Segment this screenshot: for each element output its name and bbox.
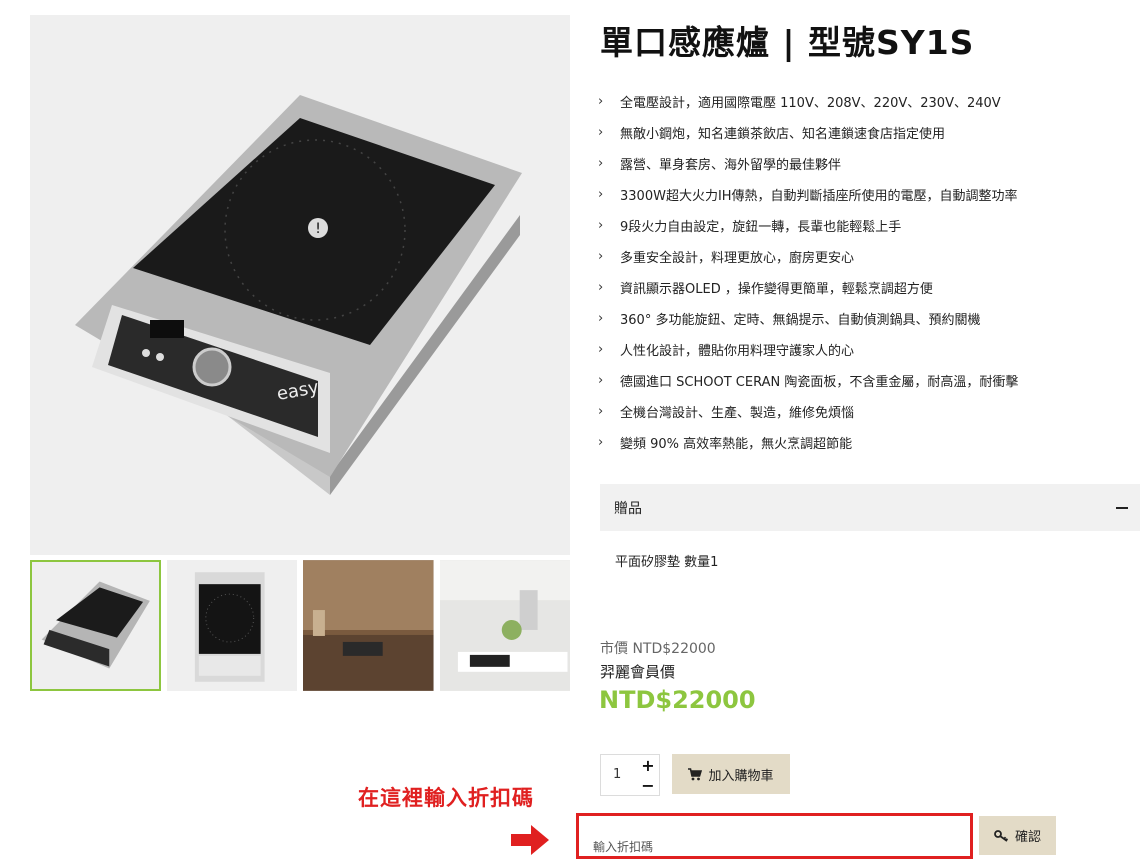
market-price: 市價 NTD$22000 [600,641,716,657]
svg-text:!: ! [315,221,321,237]
feature-text: 變頻 90% 高效率熱能，無火烹調超節能 [620,437,853,452]
chevron-right-icon: › [598,125,604,140]
feature-text: 露營、單身套房、海外留學的最佳夥伴 [620,158,842,173]
chevron-right-icon: › [598,94,604,109]
quantity-stepper[interactable]: 1 + − [600,754,660,796]
gift-accordion-title: 贈品 [614,500,642,517]
thumbnail-3[interactable] [303,560,434,691]
chevron-right-icon: › [598,218,604,233]
feature-item: › 德國進口 SCHOOT CERAN 陶瓷面板，不含重金屬，耐高溫，耐衝擊 [598,365,1018,396]
thumbnail-4[interactable] [439,560,571,691]
feature-item: › 人性化設計，體貼你用料理守護家人的心 [598,334,1018,365]
chevron-right-icon: › [598,404,604,419]
thumbnail-1[interactable] [30,560,161,691]
thumbnail-2[interactable] [166,560,298,691]
member-price: NTD$22000 [599,686,756,714]
feature-text: 3300W超大火力IH傳熱，自動判斷插座所使用的電壓，自動調整功率 [620,189,1018,204]
add-to-cart-button[interactable]: 加入購物車 [672,754,790,794]
feature-item: › 全電壓設計，適用國際電壓 110V、208V、220V、230V、240V [598,86,1018,117]
feature-item: › 全機台灣設計、生產、製造，維修免煩惱 [598,396,1018,427]
product-page: ! easy 單口感應爐 | 型號SY1S › 全電壓設計，適用國際電壓 110… [0,0,1148,862]
confirm-label: 確認 [1014,830,1041,845]
key-icon [994,829,1009,842]
feature-text: 9段火力自由設定，旋鈕一轉，長輩也能輕鬆上手 [620,220,902,235]
chevron-right-icon: › [598,373,604,388]
feature-item: › 變頻 90% 高效率熱能，無火烹調超節能 [598,427,1018,458]
shopping-cart-icon [688,767,703,780]
coupon-input-highlight [576,813,973,859]
add-to-cart-label: 加入購物車 [708,768,774,784]
coupon-annotation: 在這裡輸入折扣碼 [358,786,534,810]
feature-item: › 9段火力自由設定，旋鈕一轉，長輩也能輕鬆上手 [598,210,1018,241]
feature-text: 資訊顯示器OLED ，操作變得更簡單，輕鬆烹調超方便 [620,282,933,297]
chevron-right-icon: › [598,311,604,326]
arrow-right-icon [511,825,549,855]
induction-cooktop-illustration: ! easy [75,95,522,495]
chevron-right-icon: › [598,249,604,264]
feature-text: 人性化設計，體貼你用料理守護家人的心 [620,344,855,359]
chevron-right-icon: › [598,435,604,450]
gift-content: 平面矽膠墊 數量1 [615,555,719,570]
quantity-value[interactable]: 1 [613,767,621,782]
thumbnail-strip [30,560,571,691]
feature-text: 無敵小鋼炮，知名連鎖茶飲店、知名連鎖速食店指定使用 [620,127,946,142]
product-title: 單口感應爐 | 型號SY1S [600,23,975,62]
chevron-right-icon: › [598,342,604,357]
feature-text: 全電壓設計，適用國際電壓 110V、208V、220V、230V、240V [620,96,1001,111]
quantity-increase-button[interactable]: + [641,758,655,774]
gift-accordion-header[interactable]: 贈品 [600,484,1140,531]
feature-text: 360° 多功能旋鈕、定時、無鍋提示、自動偵測鍋具、預約關機 [620,313,981,328]
confirm-coupon-button[interactable]: 確認 [979,816,1056,855]
feature-item: › 露營、單身套房、海外留學的最佳夥伴 [598,148,1018,179]
feature-item: › 3300W超大火力IH傳熱，自動判斷插座所使用的電壓，自動調整功率 [598,179,1018,210]
feature-item: › 多重安全設計，料理更放心，廚房更安心 [598,241,1018,272]
feature-text: 德國進口 SCHOOT CERAN 陶瓷面板，不含重金屬，耐高溫，耐衝擊 [620,375,1019,390]
feature-item: › 無敵小鋼炮，知名連鎖茶飲店、知名連鎖速食店指定使用 [598,117,1018,148]
feature-item: › 360° 多功能旋鈕、定時、無鍋提示、自動偵測鍋具、預約關機 [598,303,1018,334]
main-product-image: ! easy [30,15,570,555]
feature-text: 全機台灣設計、生產、製造，維修免煩惱 [620,406,855,421]
chevron-right-icon: › [598,156,604,171]
coupon-input[interactable] [593,840,953,854]
feature-item: › 資訊顯示器OLED ，操作變得更簡單，輕鬆烹調超方便 [598,272,1018,303]
collapse-icon[interactable] [1116,506,1128,509]
chevron-right-icon: › [598,280,604,295]
member-price-label: 羿麗會員價 [600,663,676,681]
feature-text: 多重安全設計，料理更放心，廚房更安心 [620,251,855,266]
chevron-right-icon: › [598,187,604,202]
feature-list: › 全電壓設計，適用國際電壓 110V、208V、220V、230V、240V › 無… [598,86,1018,458]
quantity-decrease-button[interactable]: − [641,778,655,794]
